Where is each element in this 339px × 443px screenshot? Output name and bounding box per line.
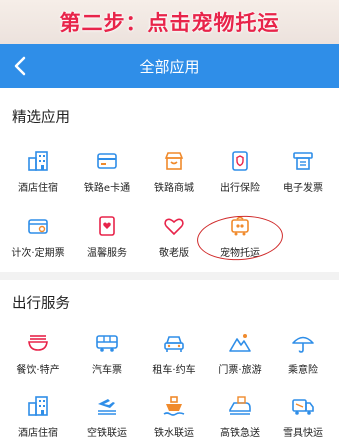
ship-icon [159,393,189,419]
app-food[interactable]: 餐饮·特产 [5,330,71,378]
bus-icon [92,330,122,356]
bowl-icon [23,330,53,356]
shop-icon [159,148,189,174]
hotel-icon [23,148,53,174]
featured-apps-section: 精选应用 酒店住宿 铁路e卡通 铁路商城 出行保险 电子发票 计次·定期票 温馨… [0,88,339,272]
invoice-icon [288,148,318,174]
plane-rail-icon [92,393,122,419]
app-car-rental[interactable]: 租车·约车 [141,330,207,378]
ticket-icon [23,213,53,239]
app-label: 门票·旅游 [218,365,262,376]
app-label: 酒店住宿 [18,428,58,439]
app-hotel-2[interactable]: 酒店住宿 [5,393,71,441]
app-label: 租车·约车 [152,365,196,376]
card-icon [92,148,122,174]
app-rail-mall[interactable]: 铁路商城 [141,148,207,196]
app-travel-insurance[interactable]: 出行保险 [207,148,273,196]
car-icon [159,330,189,356]
app-label: 乘意险 [288,365,318,376]
heart-box-icon [92,213,122,239]
app-periodic-ticket[interactable]: 计次·定期票 [5,213,71,261]
app-label: 计次·定期票 [11,248,65,259]
app-header: 全部应用 [0,44,339,88]
app-attraction-tickets[interactable]: 门票·旅游 [207,330,273,378]
app-label: 铁水联运 [154,428,194,439]
travel-services-section: 出行服务 餐饮·特产 汽车票 租车·约车 门票·旅游 乘意险 酒店住宿 空铁联运… [0,280,339,443]
instruction-banner: 第二步：点击宠物托运 [0,0,339,44]
app-label: 温馨服务 [87,248,127,259]
shield-icon [225,148,255,174]
mountain-icon [225,330,255,356]
app-hsr-express[interactable]: 高铁急送 [207,393,273,441]
banner-text: 第二步：点击宠物托运 [59,11,280,35]
app-label: 铁路e卡通 [83,183,131,194]
page-title: 全部应用 [139,57,200,76]
app-label: 出行保险 [220,183,260,194]
app-care-service[interactable]: 温馨服务 [74,213,140,261]
app-label: 汽车票 [92,365,122,376]
app-air-rail[interactable]: 空铁联运 [74,393,140,441]
app-label: 酒店住宿 [18,183,58,194]
ski-truck-icon [288,393,318,419]
chevron-left-icon [14,56,26,76]
express-icon [225,393,255,419]
section-title-travel: 出行服务 [12,296,70,312]
hotel-icon [23,393,53,419]
app-bus-ticket[interactable]: 汽车票 [74,330,140,378]
app-e-invoice[interactable]: 电子发票 [270,148,336,196]
app-ride-insurance[interactable]: 乘意险 [270,330,336,378]
app-label: 电子发票 [283,183,323,194]
app-hotel[interactable]: 酒店住宿 [5,148,71,196]
back-button[interactable] [6,52,34,80]
app-ski-shipping[interactable]: 雪具快运 [270,393,336,441]
app-label: 铁路商城 [154,183,194,194]
app-e-card[interactable]: 铁路e卡通 [74,148,140,196]
app-label: 敬老版 [159,248,189,259]
app-rail-water[interactable]: 铁水联运 [141,393,207,441]
heart-icon [159,213,189,239]
app-label: 雪具快运 [283,428,323,439]
umbrella-icon [288,330,318,356]
section-title-featured: 精选应用 [12,110,70,126]
app-label: 高铁急送 [220,428,260,439]
app-label: 餐饮·特产 [16,365,60,376]
app-label: 空铁联运 [87,428,127,439]
